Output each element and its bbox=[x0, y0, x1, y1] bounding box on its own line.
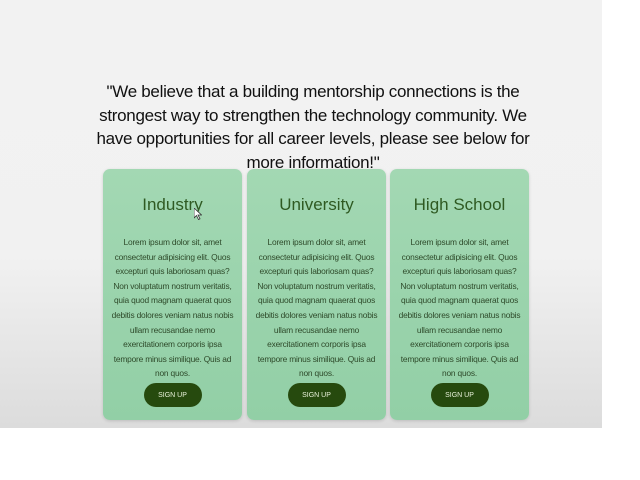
card-university: University Lorem ipsum dolor sit, amet c… bbox=[247, 169, 386, 420]
card-industry: Industry Lorem ipsum dolor sit, amet con… bbox=[103, 169, 242, 420]
sign-up-button-high-school[interactable]: SIGN UP bbox=[430, 383, 489, 407]
card-body: Lorem ipsum dolor sit, amet consectetur … bbox=[111, 237, 234, 379]
mission-quote: "We believe that a building mentorship c… bbox=[96, 82, 530, 172]
card-body: Lorem ipsum dolor sit, amet consectetur … bbox=[398, 237, 521, 379]
card-body: Lorem ipsum dolor sit, amet consectetur … bbox=[255, 237, 378, 379]
card-title: Industry bbox=[142, 195, 203, 214]
page-viewport: "We believe that a building mentorship c… bbox=[0, 0, 602, 428]
mouse-cursor-icon bbox=[194, 208, 202, 220]
card-high-school: High School Lorem ipsum dolor sit, amet … bbox=[390, 169, 529, 420]
card-title: High School bbox=[413, 195, 506, 214]
sign-up-button-university[interactable]: SIGN UP bbox=[287, 383, 346, 407]
card-title: University bbox=[279, 195, 354, 214]
sign-up-button-industry[interactable]: SIGN UP bbox=[143, 383, 202, 407]
